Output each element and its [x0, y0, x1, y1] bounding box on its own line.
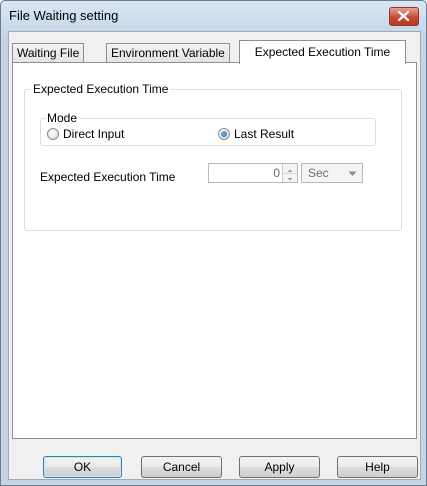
ok-button[interactable]: OK — [43, 456, 122, 478]
unit-selected-value: Sec — [308, 166, 329, 180]
tab-panel: Expected Execution Time Mode Direct Inpu… — [12, 62, 417, 439]
apply-button[interactable]: Apply — [239, 456, 320, 478]
radio-last-result[interactable]: Last Result — [218, 127, 294, 141]
spin-down-button[interactable] — [283, 173, 297, 182]
expected-execution-time-group: Expected Execution Time Mode Direct Inpu… — [24, 82, 402, 231]
expected-time-value[interactable]: 0 — [273, 166, 280, 180]
tab-expected-execution-time[interactable]: Expected Execution Time — [239, 40, 406, 64]
close-icon — [398, 11, 409, 21]
close-button[interactable] — [389, 7, 419, 26]
window-title: File Waiting setting — [9, 8, 119, 23]
cancel-button[interactable]: Cancel — [141, 456, 222, 478]
dropdown-arrow-icon — [348, 171, 357, 176]
tab-waiting-file[interactable]: Waiting File — [12, 43, 85, 63]
expected-execution-time-label: Expected Execution Time — [40, 170, 176, 184]
radio-label-direct-input: Direct Input — [63, 127, 125, 141]
help-button[interactable]: Help — [337, 456, 418, 478]
dialog-client-area: Waiting File Environment Variable Expect… — [8, 31, 421, 480]
radio-circle-checked[interactable] — [218, 128, 230, 140]
chevron-down-icon — [287, 178, 293, 181]
group-title: Expected Execution Time — [31, 82, 171, 96]
radio-label-last-result: Last Result — [234, 127, 295, 141]
spin-buttons — [282, 164, 297, 182]
expected-time-spinner[interactable]: 0 — [208, 163, 298, 183]
radio-direct-input[interactable]: Direct Input — [47, 127, 124, 141]
radio-circle[interactable] — [47, 128, 59, 140]
mode-group: Mode Direct Input Last Result — [40, 111, 376, 146]
title-bar[interactable]: File Waiting setting — [1, 1, 426, 31]
dialog-window: File Waiting setting Waiting File Enviro… — [0, 0, 427, 486]
tab-environment-variable[interactable]: Environment Variable — [106, 43, 230, 63]
mode-title: Mode — [46, 111, 79, 125]
unit-dropdown[interactable]: Sec — [301, 163, 363, 183]
